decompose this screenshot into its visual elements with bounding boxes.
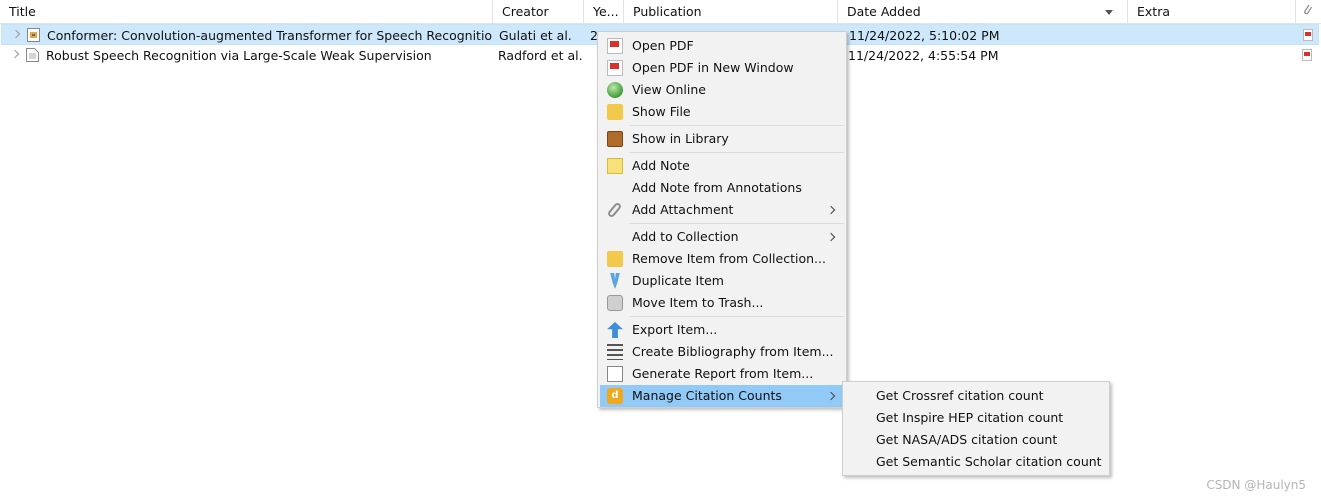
column-title[interactable]: Title — [0, 0, 493, 24]
export-icon — [607, 322, 623, 338]
menu-item-add-note-from-annotations[interactable]: Add Note from Annotations — [600, 177, 844, 199]
menu-separator — [629, 316, 844, 317]
menu-item-duplicate-item[interactable]: Duplicate Item — [600, 270, 844, 292]
context-menu: Open PDF Open PDF in New Window View Onl… — [597, 31, 847, 408]
menu-item-label: Open PDF in New Window — [632, 60, 794, 75]
menu-item-label: Remove Item from Collection... — [632, 251, 826, 266]
trash-icon — [607, 295, 623, 311]
menu-separator — [629, 152, 844, 153]
menu-item-label: Duplicate Item — [632, 273, 724, 288]
expand-twisty-icon[interactable] — [10, 49, 20, 59]
submenu-item-inspire-hep[interactable]: Get Inspire HEP citation count — [845, 407, 1107, 429]
column-publication[interactable]: Publication — [624, 0, 838, 24]
submenu-item-crossref[interactable]: Get Crossref citation count — [845, 385, 1107, 407]
row-creator: Gulati et al. — [499, 28, 572, 43]
menu-item-export-item[interactable]: Export Item... — [600, 319, 844, 341]
menu-item-show-in-library[interactable]: Show in Library — [600, 128, 844, 150]
column-year[interactable]: Ye... — [584, 0, 624, 24]
menu-item-label: Add Attachment — [632, 202, 734, 217]
row-date-added: 11/24/2022, 5:10:02 PM — [849, 28, 1000, 43]
menu-item-label: Move Item to Trash... — [632, 295, 764, 310]
note-icon — [607, 158, 623, 174]
menu-item-create-bibliography[interactable]: Create Bibliography from Item... — [600, 341, 844, 363]
bibliography-icon — [607, 344, 623, 360]
column-date-added-label: Date Added — [847, 4, 921, 19]
document-item-icon — [26, 48, 39, 62]
paperclip-icon — [1304, 4, 1313, 15]
menu-item-label: Export Item... — [632, 322, 718, 337]
folder-icon — [607, 104, 623, 120]
folder-remove-icon — [607, 251, 623, 267]
submenu-item-semantic-scholar[interactable]: Get Semantic Scholar citation count — [845, 451, 1107, 473]
globe-icon — [607, 82, 623, 98]
column-attachments[interactable] — [1296, 0, 1321, 24]
menu-item-generate-report[interactable]: Generate Report from Item... — [600, 363, 844, 385]
row-title: Robust Speech Recognition via Large-Scal… — [46, 48, 432, 63]
pdf-icon — [607, 38, 623, 54]
sort-descending-icon — [1105, 10, 1113, 15]
menu-item-show-file[interactable]: Show File — [600, 101, 844, 123]
menu-item-label: Add Note from Annotations — [632, 180, 802, 195]
submenu-item-nasa-ads[interactable]: Get NASA/ADS citation count — [845, 429, 1107, 451]
preprint-item-icon — [27, 28, 40, 42]
menu-item-add-to-collection[interactable]: Add to Collection — [600, 226, 844, 248]
menu-item-label: Add Note — [632, 158, 690, 173]
citation-counts-icon: d — [607, 388, 623, 404]
menu-item-open-pdf-new-window[interactable]: Open PDF in New Window — [600, 57, 844, 79]
column-creator[interactable]: Creator — [493, 0, 584, 24]
row-title: Conformer: Convolution-augmented Transfo… — [47, 28, 492, 43]
paperclip-icon — [606, 201, 623, 219]
report-icon — [607, 366, 623, 382]
submenu-arrow-icon — [826, 391, 836, 401]
duplicate-icon — [610, 273, 620, 289]
library-icon — [607, 131, 623, 147]
menu-item-remove-from-collection[interactable]: Remove Item from Collection... — [600, 248, 844, 270]
menu-item-label: Open PDF — [632, 38, 694, 53]
menu-item-open-pdf[interactable]: Open PDF — [600, 35, 844, 57]
column-extra[interactable]: Extra — [1128, 0, 1296, 24]
menu-separator — [629, 223, 844, 224]
menu-item-label: Show in Library — [632, 131, 729, 146]
watermark: CSDN @Haulyn5 — [1206, 478, 1306, 492]
menu-item-label: Show File — [632, 104, 691, 119]
menu-item-label: Create Bibliography from Item... — [632, 344, 834, 359]
column-header: Title Creator Ye... Publication Date Add… — [0, 0, 1321, 24]
pdf-attachment-icon[interactable] — [1301, 49, 1313, 61]
expand-twisty-icon[interactable] — [11, 29, 21, 39]
menu-item-view-online[interactable]: View Online — [600, 79, 844, 101]
row-creator: Radford et al. — [498, 48, 583, 63]
submenu-arrow-icon — [826, 232, 836, 242]
menu-item-label: Generate Report from Item... — [632, 366, 814, 381]
menu-separator — [629, 125, 844, 126]
row-date-added: 11/24/2022, 4:55:54 PM — [848, 48, 999, 63]
submenu-arrow-icon — [826, 205, 836, 215]
menu-item-label: Add to Collection — [632, 229, 739, 244]
menu-item-label: View Online — [632, 82, 706, 97]
menu-item-add-attachment[interactable]: Add Attachment — [600, 199, 844, 221]
column-date-added[interactable]: Date Added — [838, 0, 1128, 24]
pdf-icon — [607, 60, 623, 76]
menu-item-label: Manage Citation Counts — [632, 388, 782, 403]
menu-item-move-to-trash[interactable]: Move Item to Trash... — [600, 292, 844, 314]
menu-item-add-note[interactable]: Add Note — [600, 155, 844, 177]
pdf-attachment-icon[interactable] — [1302, 29, 1314, 41]
citation-counts-submenu: Get Crossref citation count Get Inspire … — [842, 381, 1110, 476]
menu-item-manage-citation-counts[interactable]: d Manage Citation Counts — [600, 385, 844, 407]
